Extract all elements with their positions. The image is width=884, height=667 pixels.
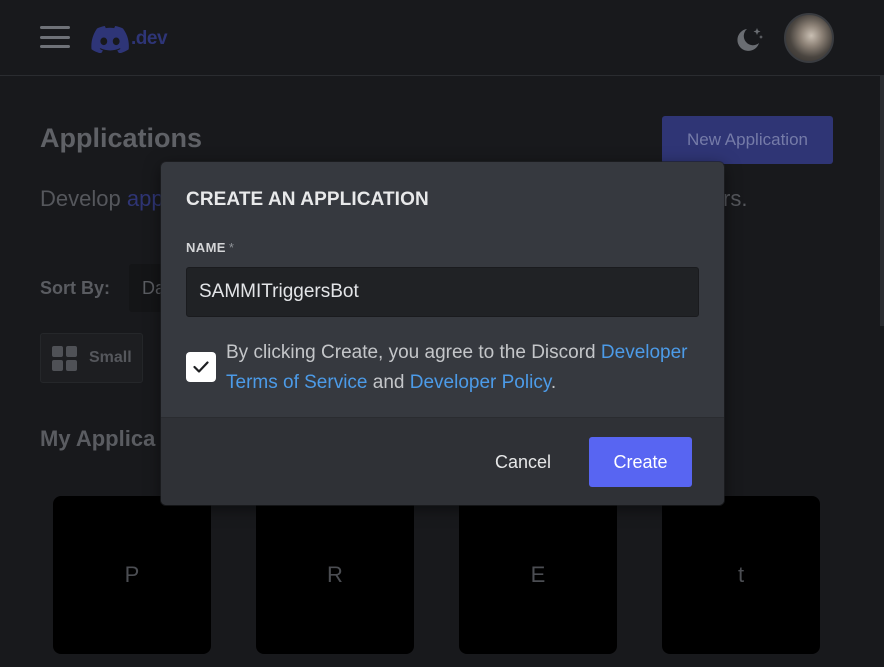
- user-avatar[interactable]: [784, 13, 834, 63]
- agree-mid: and: [367, 372, 410, 393]
- terms-agreement-text: By clicking Create, you agree to the Dis…: [226, 338, 706, 398]
- modal-footer: Cancel Create: [161, 418, 724, 505]
- name-field-label: NAME *: [186, 240, 234, 255]
- sort-by-label: Sort By:: [40, 278, 111, 298]
- application-name-input[interactable]: [186, 267, 699, 317]
- grid-icon: [52, 345, 77, 371]
- agree-prefix: By clicking Create, you agree to the Dis…: [226, 342, 601, 363]
- discord-dev-logo[interactable]: .dev: [91, 24, 168, 54]
- application-card[interactable]: E: [459, 496, 617, 654]
- moon-stars-icon[interactable]: [734, 26, 764, 59]
- page-scrollbar[interactable]: [880, 76, 884, 326]
- subtitle-text: Develop: [40, 186, 127, 211]
- name-label-text: NAME: [186, 240, 226, 255]
- page-title: Applications: [40, 123, 203, 153]
- logo-text: .dev: [131, 28, 168, 49]
- hamburger-menu-icon[interactable]: [40, 26, 70, 48]
- subtitle-link[interactable]: app: [127, 186, 164, 211]
- new-application-button[interactable]: New Application: [662, 116, 833, 164]
- page-subtitle: Develop app: [40, 186, 164, 212]
- application-card[interactable]: t: [662, 496, 820, 654]
- modal-title: CREATE AN APPLICATION: [186, 189, 429, 210]
- terms-agree-checkbox[interactable]: [186, 352, 216, 382]
- agree-suffix: .: [550, 372, 557, 393]
- application-card[interactable]: P: [53, 496, 211, 654]
- create-button[interactable]: Create: [589, 437, 692, 487]
- subtitle-tail-text: rs.: [723, 186, 748, 211]
- top-navigation-bar: .dev: [0, 0, 884, 76]
- my-applications-heading: My Applica: [40, 426, 156, 451]
- discord-logo-icon: [91, 26, 129, 53]
- create-application-modal: CREATE AN APPLICATION NAME* By clicking …: [161, 162, 724, 505]
- application-card[interactable]: R: [256, 496, 414, 654]
- view-size-toggle[interactable]: Small: [40, 333, 143, 383]
- required-marker: *: [228, 240, 235, 255]
- view-size-label: Small: [89, 349, 132, 366]
- checkmark-icon: [193, 361, 209, 373]
- developer-policy-link[interactable]: Developer Policy: [410, 372, 551, 393]
- cancel-button[interactable]: Cancel: [479, 437, 567, 487]
